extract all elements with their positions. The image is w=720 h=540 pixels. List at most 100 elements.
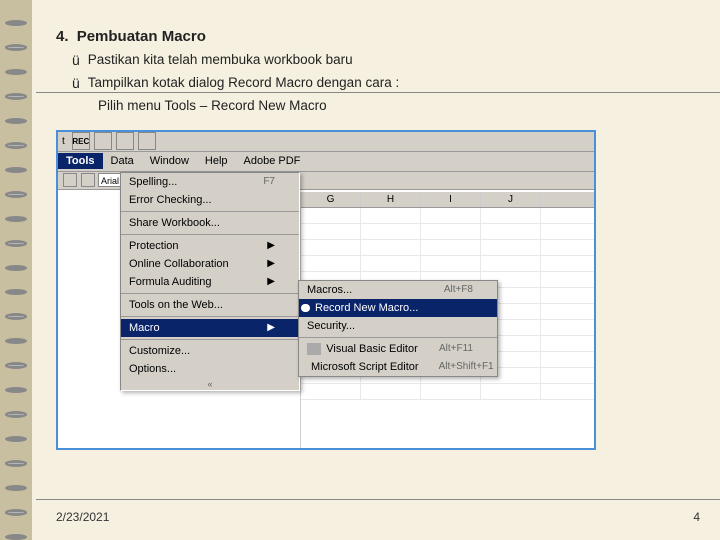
separator-3 bbox=[121, 293, 299, 294]
protection-arrow: ▶ bbox=[267, 240, 275, 251]
spiral-ring bbox=[5, 265, 27, 271]
cell-j1[interactable] bbox=[481, 208, 541, 223]
submenu-security[interactable]: Security... bbox=[299, 317, 497, 335]
macro-label: Macro bbox=[129, 322, 160, 334]
formula-auditing-label: Formula Auditing bbox=[129, 276, 212, 288]
bullet-text-3: Pilih menu Tools – Record New Macro bbox=[98, 97, 327, 116]
spiral-ring bbox=[5, 362, 27, 368]
content-area: 4. Pembuatan Macro ü Pastikan kita telah… bbox=[36, 0, 720, 540]
cell-g12[interactable] bbox=[301, 384, 361, 399]
separator-2 bbox=[121, 234, 299, 235]
menu-item-window[interactable]: Window bbox=[142, 153, 197, 169]
menu-options[interactable]: Options... bbox=[121, 360, 299, 378]
menu-tools-web[interactable]: Tools on the Web... bbox=[121, 296, 299, 314]
cell-h1[interactable] bbox=[361, 208, 421, 223]
excel-screenshot: t REC Tools Data Window Help Adobe PDF bbox=[56, 130, 596, 450]
spiral-ring bbox=[5, 93, 27, 99]
grid-row-1 bbox=[301, 208, 594, 224]
separator-4 bbox=[121, 316, 299, 317]
spiral-ring bbox=[5, 69, 27, 75]
toolbar-icon-rec: REC bbox=[72, 132, 90, 150]
date-label: 2/23/2021 bbox=[56, 510, 109, 524]
script-editor-label: Microsoft Script Editor bbox=[311, 361, 419, 373]
menu-formula-auditing[interactable]: Formula Auditing ▶ bbox=[121, 273, 299, 291]
cell-j4[interactable] bbox=[481, 256, 541, 271]
protection-label: Protection bbox=[129, 240, 179, 252]
grid-row-2 bbox=[301, 224, 594, 240]
bullet-item-1: ü Pastikan kita telah membuka workbook b… bbox=[72, 51, 696, 70]
vb-editor-label: Visual Basic Editor bbox=[326, 343, 418, 355]
col-header-i: I bbox=[421, 192, 481, 207]
macro-submenu: Macros... Alt+F8 Record New Macro... Sec… bbox=[298, 280, 498, 377]
spiral-ring bbox=[5, 411, 27, 417]
cell-h4[interactable] bbox=[361, 256, 421, 271]
heading-number: 4. bbox=[56, 28, 69, 45]
spiral-ring bbox=[5, 44, 27, 50]
spiral-ring bbox=[5, 289, 27, 295]
submenu-script-editor[interactable]: Microsoft Script Editor Alt+Shift+F1 bbox=[299, 358, 497, 376]
menu-macro[interactable]: Macro ▶ bbox=[121, 319, 299, 337]
cell-h12[interactable] bbox=[361, 384, 421, 399]
cell-h3[interactable] bbox=[361, 240, 421, 255]
menu-protection[interactable]: Protection ▶ bbox=[121, 237, 299, 255]
cell-g4[interactable] bbox=[301, 256, 361, 271]
vb-editor-icon bbox=[307, 343, 321, 355]
spiral-ring bbox=[5, 191, 27, 197]
toolbar-text-t: t bbox=[62, 136, 65, 147]
cell-h2[interactable] bbox=[361, 224, 421, 239]
checkmark-1: ü bbox=[72, 52, 80, 68]
submenu-vb-editor[interactable]: Visual Basic Editor Alt+F11 bbox=[299, 340, 497, 358]
menu-item-help[interactable]: Help bbox=[197, 153, 236, 169]
col-header-h: H bbox=[361, 192, 421, 207]
cell-g1[interactable] bbox=[301, 208, 361, 223]
cell-i1[interactable] bbox=[421, 208, 481, 223]
cell-j12[interactable] bbox=[481, 384, 541, 399]
spiral-ring bbox=[5, 118, 27, 124]
tools-dropdown: Spelling... F7 Error Checking... Share W… bbox=[120, 172, 300, 391]
submenu-separator-1 bbox=[299, 337, 497, 338]
toolbar-icon-3 bbox=[138, 132, 156, 150]
spiral-ring bbox=[5, 485, 27, 491]
spiral-ring bbox=[5, 509, 27, 515]
menu-customize[interactable]: Customize... bbox=[121, 342, 299, 360]
menu-item-data[interactable]: Data bbox=[103, 153, 142, 169]
heading-title: Pembuatan Macro bbox=[77, 28, 206, 45]
cell-i4[interactable] bbox=[421, 256, 481, 271]
bullet-text-2: Tampilkan kotak dialog Record Macro deng… bbox=[88, 74, 399, 93]
excel-toolbar-1: t REC bbox=[58, 132, 594, 152]
record-new-macro-label: Record New Macro... bbox=[315, 302, 418, 314]
excel-menubar: Tools Data Window Help Adobe PDF bbox=[58, 152, 594, 172]
cell-i2[interactable] bbox=[421, 224, 481, 239]
cell-g3[interactable] bbox=[301, 240, 361, 255]
spiral-ring bbox=[5, 534, 27, 540]
menu-item-tools[interactable]: Tools bbox=[58, 153, 103, 169]
cell-g2[interactable] bbox=[301, 224, 361, 239]
cell-i3[interactable] bbox=[421, 240, 481, 255]
online-collab-label: Online Collaboration bbox=[129, 258, 229, 270]
tools-web-label: Tools on the Web... bbox=[129, 299, 223, 311]
page-number: 4 bbox=[693, 510, 700, 524]
online-collab-arrow: ▶ bbox=[267, 258, 275, 269]
error-checking-label: Error Checking... bbox=[129, 194, 212, 206]
menu-online-collab[interactable]: Online Collaboration ▶ bbox=[121, 255, 299, 273]
notebook-page: 4. Pembuatan Macro ü Pastikan kita telah… bbox=[0, 0, 720, 540]
submenu-record-new-macro[interactable]: Record New Macro... bbox=[299, 299, 497, 317]
checkmark-2: ü bbox=[72, 75, 80, 91]
submenu-macros[interactable]: Macros... Alt+F8 bbox=[299, 281, 497, 299]
formula-auditing-arrow: ▶ bbox=[267, 276, 275, 287]
cell-j2[interactable] bbox=[481, 224, 541, 239]
menu-item-adobepdf[interactable]: Adobe PDF bbox=[236, 153, 309, 169]
cell-j3[interactable] bbox=[481, 240, 541, 255]
menu-error-checking[interactable]: Error Checking... bbox=[121, 191, 299, 209]
menu-spelling[interactable]: Spelling... F7 bbox=[121, 173, 299, 191]
toolbar-icon-4 bbox=[63, 173, 77, 187]
cell-i12[interactable] bbox=[421, 384, 481, 399]
menu-share-workbook[interactable]: Share Workbook... bbox=[121, 214, 299, 232]
grid-row-4 bbox=[301, 256, 594, 272]
macros-shortcut: Alt+F8 bbox=[444, 284, 473, 295]
bullet-item-3: Pilih menu Tools – Record New Macro bbox=[98, 97, 696, 116]
spiral-ring bbox=[5, 240, 27, 246]
vb-editor-shortcut: Alt+F11 bbox=[439, 343, 473, 354]
toolbar-icon-5 bbox=[81, 173, 95, 187]
spiral-ring bbox=[5, 387, 27, 393]
